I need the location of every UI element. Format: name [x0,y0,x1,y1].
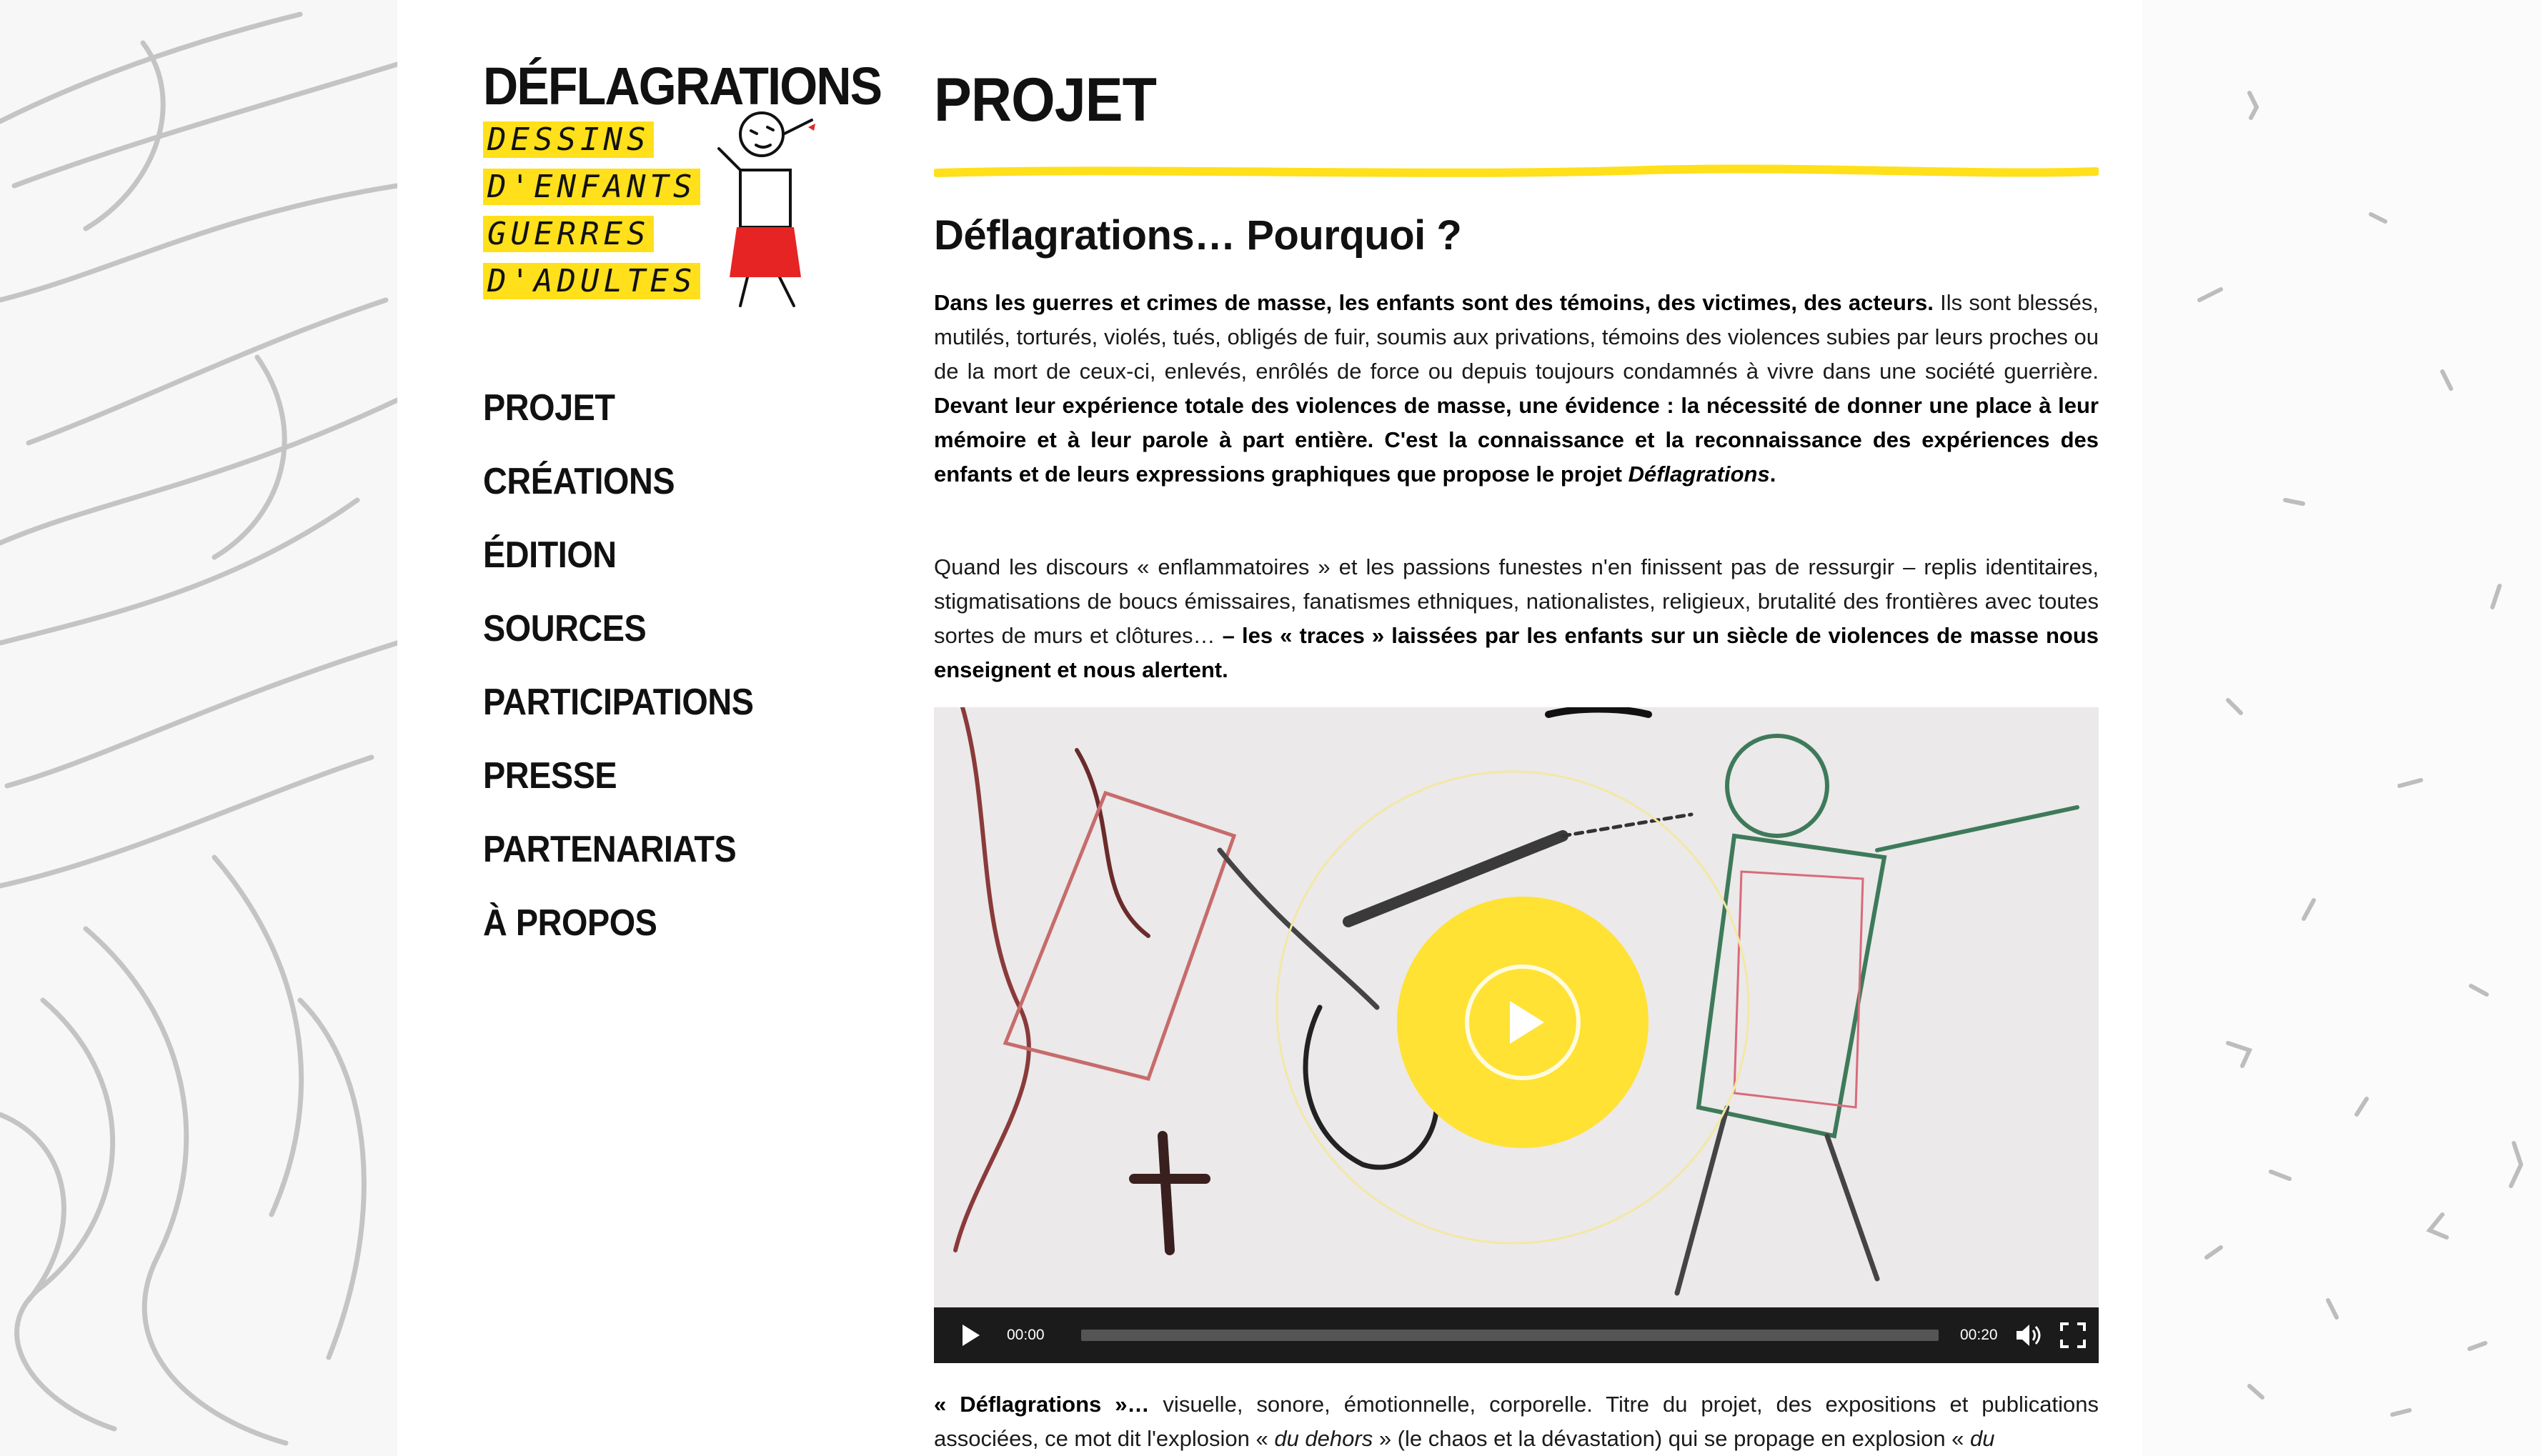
title-underline-brushstroke [934,164,2099,177]
site-logo[interactable]: DÉFLAGRATIONS DESSINS D'ENFANTS GUERRES … [483,56,882,313]
nav-item-edition[interactable]: ÉDITION [483,519,754,592]
scribble-art-right [2197,91,2524,1417]
speaker-icon [2017,1325,2041,1346]
page-sheet: DÉFLAGRATIONS DESSINS D'ENFANTS GUERRES … [397,0,2142,1456]
main-content: PROJET Déflagrations… Pourquoi ? Dans le… [934,64,2099,1451]
main-navigation: PROJET CRÉATIONS ÉDITION SOURCES PARTICI… [483,372,784,960]
logo-tagline-2: D'ENFANTS [483,169,701,205]
nav-item-projet[interactable]: PROJET [483,372,754,445]
video-progress-track[interactable] [1081,1330,1939,1341]
current-time: 00:00 [1007,1327,1045,1343]
fullscreen-button[interactable] [2059,1321,2087,1350]
child-drawing-figure-icon [717,111,815,307]
nav-item-participations[interactable]: PARTICIPATIONS [483,666,754,739]
scribble-art-left [0,11,397,1446]
nav-item-partenariats[interactable]: PARTENARIATS [483,813,754,887]
background-scribbles-left [0,0,397,1456]
nav-item-presse[interactable]: PRESSE [483,739,754,813]
fullscreen-icon [2060,1322,2086,1348]
intro-paragraph: Dans les guerres et crimes de masse, les… [934,290,2099,487]
nav-item-creations[interactable]: CRÉATIONS [483,445,754,519]
nav-item-a-propos[interactable]: À PROPOS [483,887,754,960]
video-player[interactable]: 00:00 00:20 [934,707,2099,1363]
play-icon [1465,964,1581,1080]
control-play-button[interactable] [957,1321,985,1350]
big-play-button[interactable] [1397,897,1649,1148]
logo-title: DÉFLAGRATIONS [483,56,882,116]
third-paragraph: « Déflagrations »… visuelle, sonore, émo… [934,1392,2099,1451]
page-title: PROJET [934,66,1157,134]
section-title: Déflagrations… Pourquoi ? [934,212,1462,259]
video-duration: 00:20 [1960,1327,1998,1343]
logo-tagline-1: DESSINS [483,121,655,158]
nav-item-sources[interactable]: SOURCES [483,592,754,666]
background-scribbles-right [2142,0,2541,1456]
play-icon [963,1325,980,1346]
logo-tagline-3: GUERRES [483,216,655,252]
video-controls-bar: 00:00 00:20 [934,1307,2099,1363]
second-paragraph: Quand les discours « enflammatoires » et… [934,554,2099,682]
logo-tagline-4: D'ADULTES [483,263,701,299]
volume-button[interactable] [2014,1321,2043,1350]
